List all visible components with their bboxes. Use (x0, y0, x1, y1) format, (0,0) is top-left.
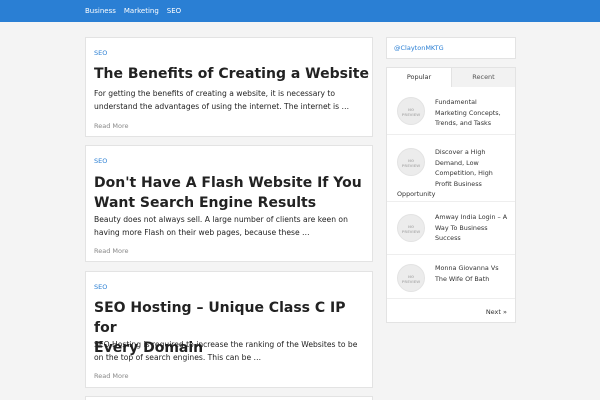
read-more-link[interactable]: Read More (94, 122, 129, 130)
read-more-link[interactable]: Read More (94, 247, 129, 255)
social-handle-box: @ClaytonMKTG (386, 37, 516, 59)
nav-item-marketing[interactable]: Marketing (124, 7, 159, 15)
post-title-line: SEO Hosting – Unique Class C IP for (94, 300, 346, 336)
post-excerpt-line: For getting the benefits of creating a w… (94, 89, 336, 98)
post-excerpt-line: understand the advantages of using the i… (94, 101, 350, 111)
post-title-line: Don't Have A Flash Website If You (94, 175, 362, 191)
post-category-link[interactable]: SEO (94, 157, 107, 165)
post-category-link[interactable]: SEO (94, 49, 107, 57)
post-card: SEO The Benefits of Creating a Website F… (85, 37, 373, 137)
thumbnail-placeholder: NO PREVIEW (397, 148, 425, 176)
social-handle-link[interactable]: @ClaytonMKTG (394, 44, 444, 52)
post-card: SEO SEO Hosting – Unique Class C IP for … (85, 271, 373, 388)
top-nav-bar: Business Marketing SEO (0, 0, 600, 22)
thumbnail-placeholder: NO PREVIEW (397, 97, 425, 125)
post-category-link[interactable]: SEO (94, 283, 107, 291)
next-page-link[interactable]: Next » (486, 308, 507, 316)
widget-tabs: Popular Recent (387, 68, 515, 87)
post-card (85, 396, 373, 400)
nav-item-seo[interactable]: SEO (167, 7, 181, 15)
list-item[interactable]: NO PREVIEW Fundamental Marketing Concept… (387, 88, 515, 135)
post-title[interactable]: The Benefits of Creating a Website (94, 64, 369, 84)
tab-recent[interactable]: Recent (452, 68, 515, 87)
post-excerpt-line: Beauty does not always sell. A large num… (94, 215, 348, 224)
post-title-line: The Benefits of Creating a Website (94, 66, 369, 82)
post-excerpt-line: SEO Hosting is required to increase the … (94, 340, 358, 349)
post-excerpt: SEO Hosting is required to increase the … (94, 339, 369, 364)
list-item[interactable]: NO PREVIEW Amway India Login – A Way To … (387, 203, 515, 255)
post-card: SEO Don't Have A Flash Website If You Wa… (85, 145, 373, 262)
post-excerpt: Beauty does not always sell. A large num… (94, 214, 369, 239)
post-excerpt-line: on the top of search engines. This can b… (94, 352, 262, 362)
post-excerpt: For getting the benefits of creating a w… (94, 88, 369, 113)
tabbed-posts-widget: Popular Recent NO PREVIEW Fundamental Ma… (386, 67, 516, 323)
list-item-title[interactable]: Amway India Login – A Way To Business Su… (435, 212, 513, 244)
list-item-title[interactable]: Fundamental Marketing Concepts, Trends, … (435, 97, 513, 129)
post-title[interactable]: Don't Have A Flash Website If You Want S… (94, 173, 369, 213)
list-item-title[interactable]: Discover a High Demand, Low Competition,… (435, 147, 513, 189)
list-item[interactable]: NO PREVIEW Discover a High Demand, Low C… (387, 136, 515, 202)
tab-popular[interactable]: Popular (387, 68, 452, 87)
main-nav: Business Marketing SEO (85, 0, 181, 22)
read-more-link[interactable]: Read More (94, 372, 129, 380)
post-title-line: Want Search Engine Results (94, 195, 317, 211)
nav-item-business[interactable]: Business (85, 7, 116, 15)
list-item-title-tail[interactable]: Opportunity (397, 189, 435, 200)
list-item-title[interactable]: Monna Giovanna Vs The Wife Of Bath (435, 263, 513, 284)
list-item[interactable]: NO PREVIEW Monna Giovanna Vs The Wife Of… (387, 256, 515, 299)
thumbnail-placeholder: NO PREVIEW (397, 264, 425, 292)
thumbnail-placeholder: NO PREVIEW (397, 214, 425, 242)
post-excerpt-line: having more Flash on their web pages, be… (94, 227, 310, 237)
